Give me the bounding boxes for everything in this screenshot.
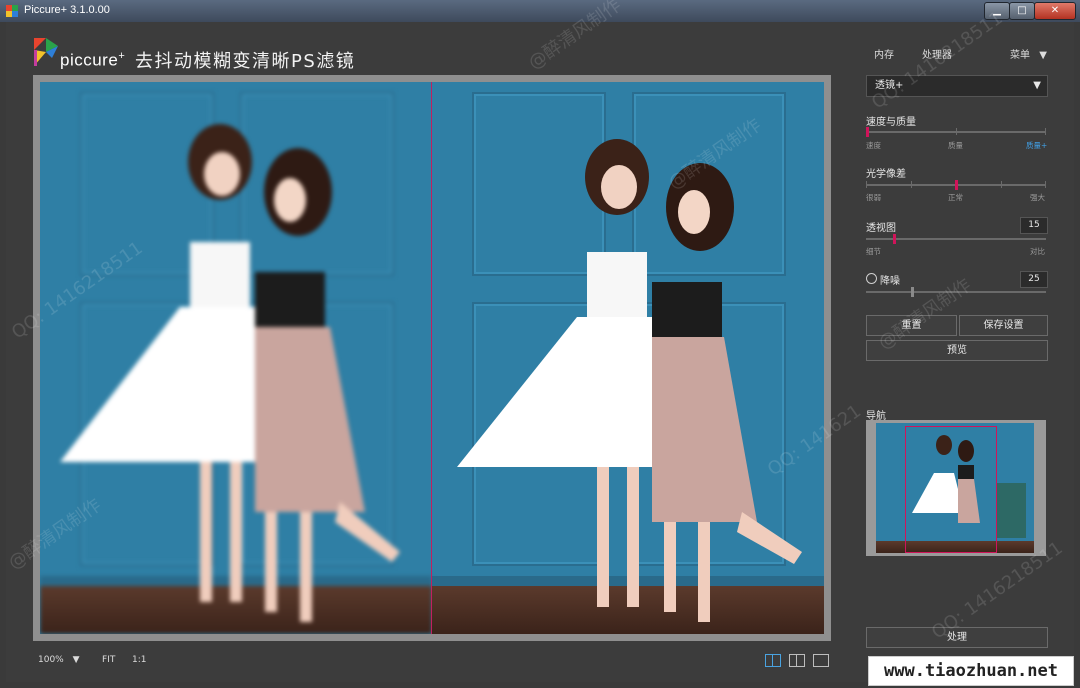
perspective-value-input[interactable]: 15 (1020, 217, 1048, 234)
original-preview (40, 82, 432, 634)
main-menu[interactable]: 菜单 ▼ (1010, 46, 1047, 61)
single-view-icon[interactable] (813, 654, 829, 667)
main-menu-label: 菜单 (1010, 50, 1030, 61)
denoise-value-input[interactable]: 25 (1020, 271, 1048, 288)
quality-plus-tick-label: 质量+ (1026, 141, 1048, 150)
maximize-button[interactable]: □ (1009, 2, 1035, 20)
slider-tick (1001, 181, 1002, 188)
navigator-viewport-rect[interactable] (905, 426, 997, 553)
app-window: Piccure+ 3.1.0.00 ▁ □ ✕ piccure+ 去抖动模糊变清… (0, 0, 1080, 688)
speed-quality-label: 速度与质量 (866, 117, 916, 128)
brand-name: piccure+ (60, 50, 125, 71)
slider-tick (1045, 181, 1046, 188)
fit-button[interactable]: FIT (102, 655, 115, 665)
navigator-thumbnail (876, 423, 1034, 553)
speed-tick-label: 速度 (866, 141, 881, 150)
quality-tick-label: 质量 (948, 141, 963, 150)
slider-tick (1045, 128, 1046, 135)
perspective-thumb[interactable] (893, 234, 896, 244)
side-by-side-view-icon[interactable] (789, 654, 805, 667)
photo-viewport[interactable] (40, 82, 824, 634)
zoom-select[interactable]: 100% ▼ (38, 655, 80, 665)
normal-tick-label: 正常 (948, 193, 963, 202)
chevron-down-icon: ▼ (1033, 80, 1041, 91)
split-view-icon[interactable] (765, 654, 781, 667)
piccure-logo-icon (34, 38, 58, 66)
minimize-button[interactable]: ▁ (984, 2, 1010, 20)
lens-select-value: 透镜+ (875, 80, 904, 91)
save-settings-button[interactable]: 保存设置 (959, 315, 1048, 336)
lens-select[interactable]: 透镜+ ▼ (866, 75, 1048, 97)
perspective-label: 透视图 (866, 223, 896, 234)
process-button[interactable]: 处理 (866, 627, 1048, 648)
zoom-value: 100% (38, 655, 64, 665)
brand-text: piccure (60, 50, 119, 70)
slider-tick (866, 181, 867, 188)
denoise-label: 降噪 (880, 276, 900, 287)
page-subtitle: 去抖动模糊变清晰PS滤镜 (135, 51, 356, 72)
title-bar: Piccure+ 3.1.0.00 ▁ □ ✕ (0, 0, 1080, 22)
optical-aberration-slider[interactable] (866, 180, 1046, 190)
slider-tick (956, 128, 957, 135)
app-icon (6, 5, 18, 17)
preview-button[interactable]: 预览 (866, 340, 1048, 361)
optical-aberration-label: 光学像差 (866, 169, 906, 180)
brand-plus: + (118, 50, 126, 62)
processed-preview (432, 82, 824, 634)
weak-tick-label: 很弱 (866, 193, 881, 202)
slider-tick (911, 181, 912, 188)
speed-quality-thumb[interactable] (866, 127, 869, 137)
speed-quality-slider[interactable] (866, 127, 1046, 137)
denoise-slider[interactable] (866, 287, 1046, 297)
memory-menu[interactable]: 内存 (874, 46, 894, 61)
optical-aberration-thumb[interactable] (955, 180, 958, 190)
window-title: Piccure+ 3.1.0.00 (24, 4, 110, 16)
one-to-one-button[interactable]: 1:1 (132, 655, 146, 665)
chevron-down-icon: ▼ (1039, 50, 1047, 61)
image-canvas[interactable] (33, 75, 831, 641)
subjects-illustration (457, 139, 802, 622)
contrast-tick-label: 对比 (1030, 247, 1045, 256)
reset-button[interactable]: 重置 (866, 315, 957, 336)
chevron-down-icon: ▼ (72, 655, 80, 665)
perspective-slider[interactable] (866, 234, 1046, 244)
site-watermark: www.tiaozhuan.net (868, 656, 1074, 686)
compare-split-line[interactable] (431, 82, 432, 634)
subjects-illustration (60, 124, 400, 622)
close-button[interactable]: ✕ (1034, 2, 1076, 20)
processor-menu[interactable]: 处理器 (922, 46, 952, 61)
denoise-radio[interactable] (866, 273, 877, 284)
navigator-panel[interactable] (866, 420, 1046, 556)
detail-tick-label: 细节 (866, 247, 881, 256)
denoise-thumb[interactable] (911, 287, 914, 297)
strong-tick-label: 强大 (1030, 193, 1045, 202)
